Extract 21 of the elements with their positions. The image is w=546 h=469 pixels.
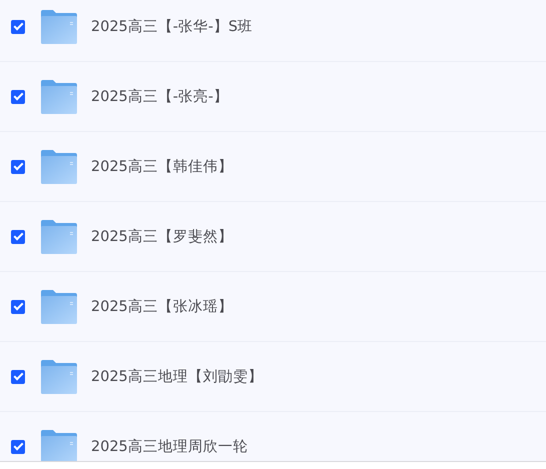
checkbox[interactable] (11, 300, 25, 314)
folder-icon (41, 80, 77, 114)
checkbox[interactable] (11, 90, 25, 104)
checkbox[interactable] (11, 160, 25, 174)
folder-name[interactable]: 2025高三地理周欣一轮 (91, 437, 248, 456)
folder-name[interactable]: 2025高三地理【刘勖雯】 (91, 367, 263, 386)
folder-icon (41, 360, 77, 394)
folder-name[interactable]: 2025高三【-张亮-】 (91, 87, 228, 106)
folder-icon (41, 430, 77, 461)
checkbox[interactable] (11, 230, 25, 244)
checkbox[interactable] (11, 370, 25, 384)
folder-icon (41, 10, 77, 44)
folder-icon (41, 290, 77, 324)
checkbox[interactable] (11, 440, 25, 454)
folder-name[interactable]: 2025高三【张冰瑶】 (91, 297, 233, 316)
folder-name[interactable]: 2025高三【罗斐然】 (91, 227, 233, 246)
folder-name[interactable]: 2025高三【韩佳伟】 (91, 157, 233, 176)
folder-name[interactable]: 2025高三【-张华-】S班 (91, 17, 253, 36)
folder-icon (41, 220, 77, 254)
checkbox[interactable] (11, 20, 25, 34)
folder-icon (41, 150, 77, 184)
